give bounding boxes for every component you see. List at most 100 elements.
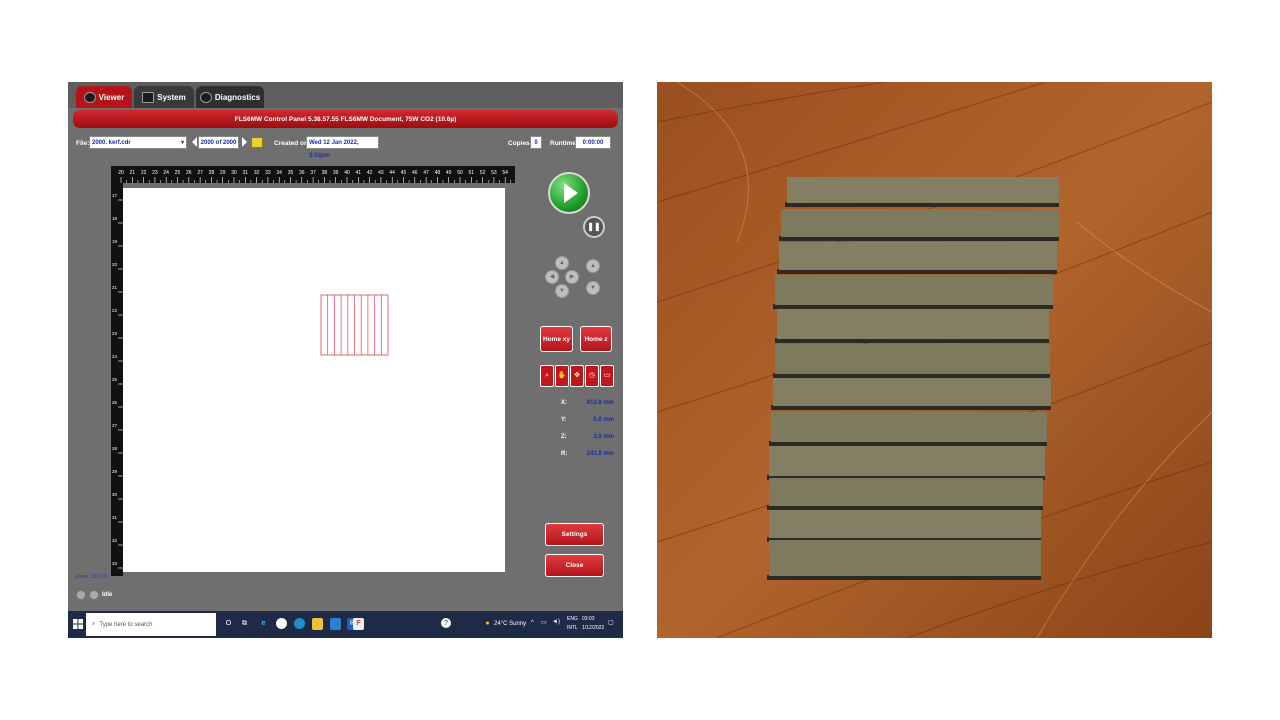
ruler-tick-label: 28 <box>112 446 118 451</box>
copies-field[interactable]: 0 <box>530 136 542 149</box>
ruler-tick-label: 20 <box>118 170 124 176</box>
ruler-tick-label: 21 <box>130 170 136 176</box>
ruler-tick-label: 44 <box>389 170 395 176</box>
mdf-slat <box>779 242 1057 270</box>
clock-date[interactable]: 1/12/2022 <box>582 625 604 631</box>
ruler-tick-label: 40 <box>344 170 350 176</box>
jog-down-button[interactable]: ▼ <box>555 284 569 298</box>
search-placeholder: Type here to search <box>99 621 153 628</box>
file-select[interactable]: 2000. kerf.cdr ▾ <box>89 136 187 149</box>
app-tray-icon[interactable]: ? <box>441 618 451 628</box>
coord-x-value: 812.8 mm <box>586 400 614 406</box>
file-explorer-icon[interactable] <box>312 618 323 630</box>
edge-icon[interactable] <box>294 618 305 629</box>
left-ruler: 17 18 19 20 21 22 23 24 25 26 27 28 29 30 31 32 33 <box>111 183 123 576</box>
mdf-slat <box>777 309 1049 339</box>
notification-icon[interactable]: ▢ <box>608 619 614 626</box>
ruler-tick-label: 29 <box>112 469 118 474</box>
windows-start-icon[interactable] <box>73 619 83 629</box>
volume-icon[interactable]: ◄) <box>552 619 560 625</box>
ruler-tick-label: 43 <box>378 170 384 176</box>
ruler-tick-label: 23 <box>152 170 158 176</box>
jog-right-button[interactable]: ▶ <box>565 270 579 284</box>
zoom-icon[interactable]: ⌕ <box>540 365 554 387</box>
tray-chevron-icon[interactable]: ^ <box>531 620 534 626</box>
ie-icon[interactable]: e <box>258 618 269 630</box>
tab-system[interactable]: System <box>134 86 194 108</box>
ruler-tick-label: 51 <box>469 170 475 176</box>
tab-diagnostics[interactable]: Diagnostics <box>196 86 264 108</box>
design-preview <box>320 294 389 356</box>
pan-icon[interactable]: ✋ <box>555 365 569 387</box>
tab-viewer-label: Viewer <box>98 92 125 102</box>
store-icon[interactable] <box>330 618 341 630</box>
prev-page-icon[interactable] <box>192 137 197 147</box>
jog-left-button[interactable]: ◀ <box>545 270 559 284</box>
lang-line1[interactable]: ENG <box>567 616 578 622</box>
created-field: Wed 12 Jan 2022, 3:03pm <box>306 136 379 159</box>
viewer-area: 20 21 22 23 24 25 26 27 28 29 30 31 32 33 34 35 36 37 38 39… <box>77 166 515 576</box>
page-icon[interactable]: ▭ <box>600 365 614 387</box>
ruler-tick-label: 33 <box>112 561 118 566</box>
mdf-slat <box>771 412 1047 442</box>
lang-line2[interactable]: INTL <box>567 625 578 631</box>
chevron-down-icon: ▾ <box>180 140 184 146</box>
top-ruler: 20 21 22 23 24 25 26 27 28 29 30 31 32 33 34 35 36 37 38 39… <box>111 166 515 183</box>
clock-time[interactable]: 03:03 <box>582 616 595 622</box>
mdf-slat <box>775 275 1053 305</box>
estimate-icon[interactable]: ◷ <box>585 365 599 387</box>
ruler-tick-label: 24 <box>163 170 169 176</box>
ruler-tick-label: 37 <box>310 170 316 176</box>
cortana-icon[interactable]: O <box>223 618 234 630</box>
laser-app-icon[interactable]: F <box>353 618 364 630</box>
play-button[interactable] <box>548 172 590 214</box>
home-xy-button[interactable]: Home xy <box>540 326 573 352</box>
coord-x-label: X: <box>561 400 567 406</box>
coord-z-label: Z: <box>561 434 567 440</box>
mdf-slat <box>781 209 1059 237</box>
chrome-icon[interactable] <box>276 618 287 629</box>
taskbar-search-box[interactable]: ⌕ Type here to search <box>86 613 216 636</box>
page-field[interactable]: 2000 of 2000 <box>198 136 239 149</box>
ruler-tick-label: 32 <box>112 538 118 543</box>
z-up-button[interactable]: ▲ <box>586 259 600 273</box>
work-area[interactable] <box>123 188 505 572</box>
file-label: File: <box>76 140 90 147</box>
settings-button[interactable]: Settings <box>545 523 604 546</box>
center-icon[interactable]: ✥ <box>570 365 584 387</box>
runtime-field: 0:00:00 <box>575 136 611 149</box>
ruler-tick-label: 48 <box>435 170 441 176</box>
ruler-tick-label: 27 <box>197 170 203 176</box>
home-z-button[interactable]: Home z <box>580 326 612 352</box>
close-button[interactable]: Close <box>545 554 604 577</box>
network-icon[interactable]: ▭ <box>541 619 547 626</box>
coord-y: Y: 0.0 mm <box>561 417 617 423</box>
jog-up-button[interactable]: ▲ <box>555 256 569 270</box>
ruler-tick-label: 33 <box>265 170 271 176</box>
wood-table-photo <box>657 82 1212 638</box>
tab-bar: Viewer System Diagnostics <box>68 82 623 108</box>
tab-system-label: System <box>157 92 186 102</box>
ruler-tick-label: 21 <box>112 285 118 290</box>
ruler-tick-label: 45 <box>401 170 407 176</box>
status-indicator-icon <box>89 590 99 600</box>
eye-icon <box>83 91 96 103</box>
ruler-tick-label: 18 <box>112 216 118 221</box>
tab-viewer[interactable]: Viewer <box>76 86 132 108</box>
ruler-tick-label: 23 <box>112 331 118 336</box>
search-icon: ⌕ <box>92 621 96 627</box>
ruler-tick-label: 22 <box>141 170 147 176</box>
ruler-tick-label: 39 <box>333 170 339 176</box>
weather-sun-icon: ● <box>485 620 490 627</box>
ruler-tick-label: 20 <box>112 262 118 267</box>
ruler-tick-label: 26 <box>112 400 118 405</box>
task-view-icon[interactable]: ⧉ <box>239 618 250 630</box>
pause-button[interactable]: ❚❚ <box>583 216 605 238</box>
z-down-button[interactable]: ▼ <box>586 281 600 295</box>
tab-diagnostics-label: Diagnostics <box>214 92 261 102</box>
ruler-tick-label: 31 <box>243 170 249 176</box>
next-page-icon[interactable] <box>242 137 247 147</box>
photo-mdf-stack <box>657 82 1212 638</box>
open-folder-icon[interactable] <box>251 137 263 148</box>
ruler-tick-label: 30 <box>231 170 237 176</box>
